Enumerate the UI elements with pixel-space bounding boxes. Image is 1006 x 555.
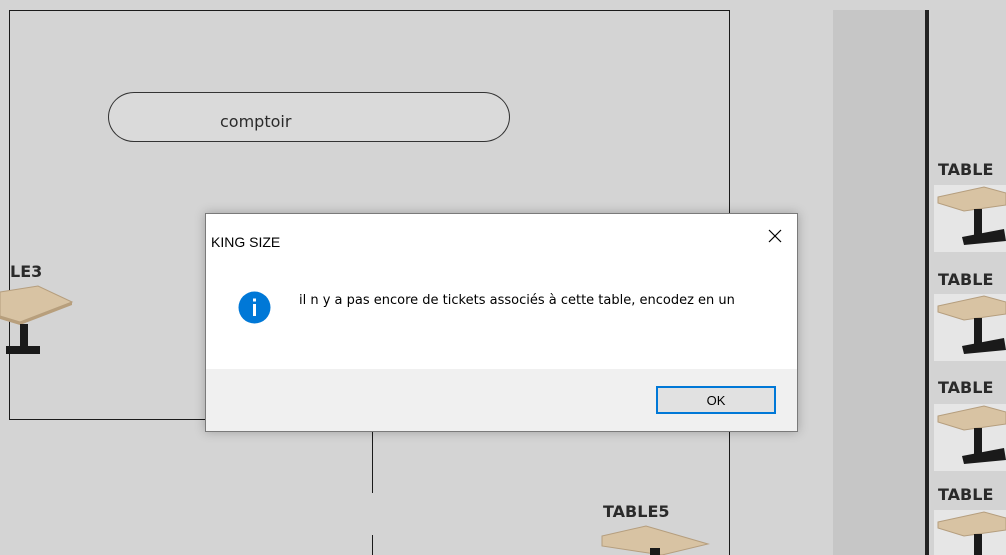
- info-icon: [238, 291, 271, 324]
- side-item[interactable]: [934, 404, 1006, 471]
- close-icon: [768, 229, 782, 243]
- message-dialog: KING SIZE il n y a pas encore de tickets…: [205, 213, 798, 432]
- side-item[interactable]: [934, 294, 1006, 361]
- wall-left: [9, 10, 10, 420]
- wall-horizontal: [10, 419, 210, 420]
- table-icon: [937, 405, 1006, 464]
- dialog-message: il n y a pas encore de tickets associés …: [299, 293, 735, 308]
- table-icon[interactable]: [0, 282, 76, 358]
- table-label: TABLE5: [603, 502, 670, 521]
- dialog-title: KING SIZE: [211, 234, 281, 250]
- counter-label: comptoir: [220, 112, 292, 131]
- side-item-label: TABLE: [938, 378, 994, 397]
- side-item[interactable]: [934, 185, 1006, 252]
- ok-button[interactable]: OK: [656, 386, 776, 414]
- close-button[interactable]: [761, 222, 789, 250]
- side-item-label: TABLE: [938, 160, 994, 179]
- side-item[interactable]: [934, 510, 1006, 555]
- side-item-label: TABLE: [938, 485, 994, 504]
- side-item-label: TABLE: [938, 270, 994, 289]
- table-icon: [937, 295, 1006, 354]
- table-icon: [937, 186, 1006, 245]
- wall-top: [10, 10, 730, 11]
- counter[interactable]: [108, 92, 510, 142]
- table-icon: [937, 511, 1006, 555]
- dialog-footer: OK: [206, 369, 797, 431]
- table-icon[interactable]: [598, 524, 710, 555]
- aisle: [833, 10, 925, 555]
- table-label: LE3: [10, 262, 43, 281]
- wall-divider-bottom: [372, 535, 373, 555]
- side-panel-border: [925, 10, 929, 555]
